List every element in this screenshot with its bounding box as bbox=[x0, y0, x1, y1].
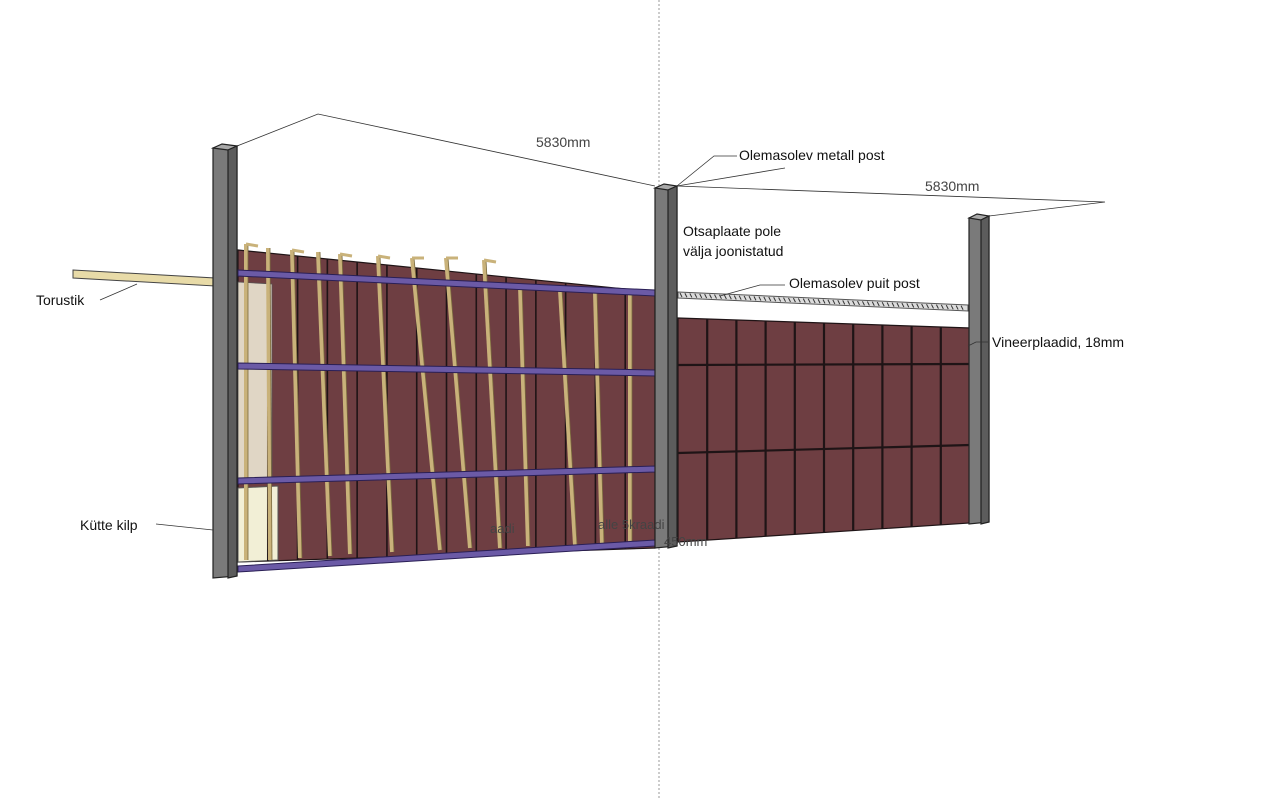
sketchup-wall-drawing: 5830mm 5830mm Olemasolev metall post Ots… bbox=[36, 0, 1124, 800]
dimension-right-span: 5830mm bbox=[925, 178, 979, 194]
right-wall-section bbox=[677, 291, 971, 543]
label-plywood: Vineerplaadid, 18mm bbox=[992, 334, 1124, 350]
stud-top-plate bbox=[377, 254, 391, 260]
label-torustik: Torustik bbox=[36, 292, 85, 308]
timber-stud bbox=[266, 247, 272, 561]
label-end-plates-line2: välja joonistatud bbox=[683, 243, 783, 259]
label-wood-post: Olemasolev puit post bbox=[789, 275, 920, 291]
pipe-torustik bbox=[72, 269, 216, 287]
label-kutte-kilp: Kütte kilp bbox=[80, 517, 138, 533]
fragment-alle-5kraadi: alle 5kraadi bbox=[598, 517, 665, 532]
stud-top-plate bbox=[483, 258, 497, 264]
wood-post-beam bbox=[677, 291, 969, 312]
label-metal-post: Olemasolev metall post bbox=[739, 147, 885, 163]
stud-top-plate bbox=[291, 248, 305, 254]
stud-top-plate bbox=[339, 252, 353, 258]
left-wall-section bbox=[72, 242, 656, 573]
dimension-left-span: 5830mm bbox=[536, 134, 590, 150]
right-horizontal-rail-top bbox=[677, 362, 971, 367]
stud-top-plate bbox=[245, 242, 259, 248]
fragment-450mm: 450mm bbox=[664, 534, 707, 549]
fragment-aadi: aadi bbox=[490, 521, 515, 536]
label-end-plates-line1: Otsaplaate pole bbox=[683, 223, 781, 239]
